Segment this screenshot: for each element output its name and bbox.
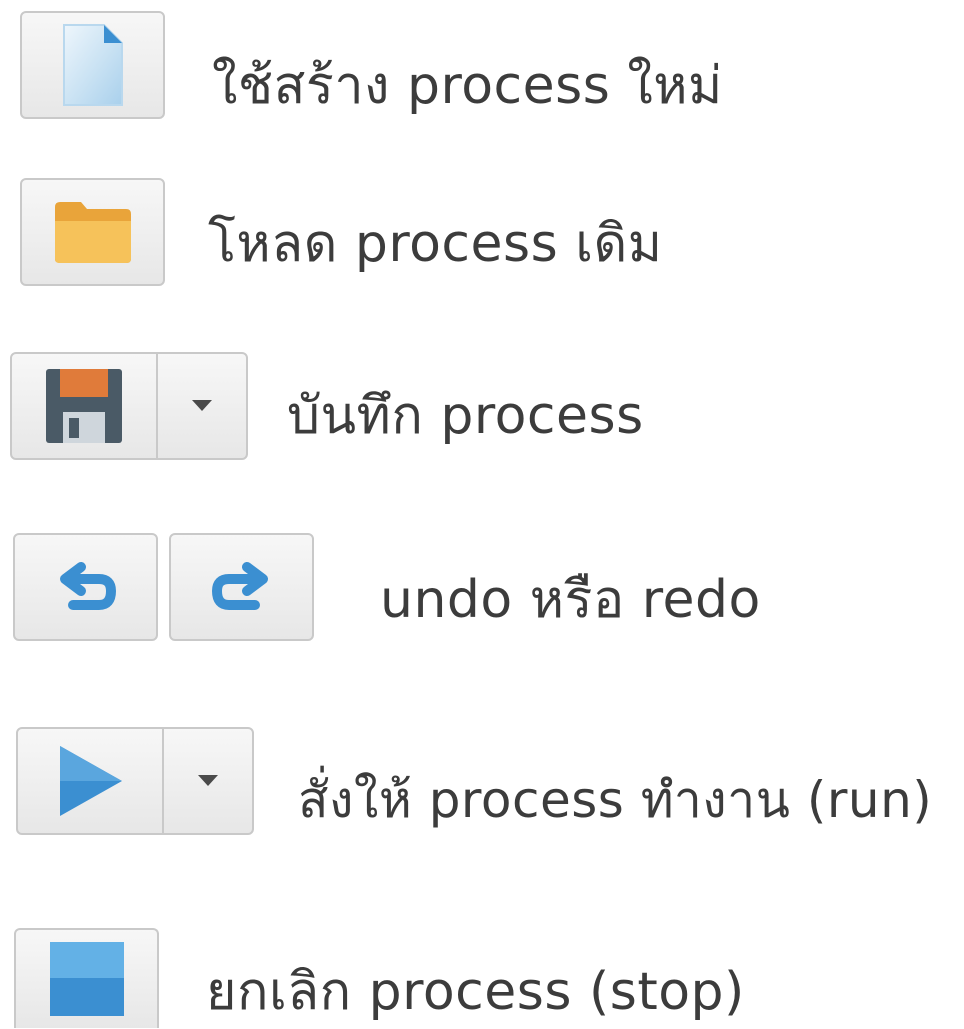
folder-icon: [53, 199, 133, 265]
save-process-button[interactable]: [10, 352, 158, 460]
run-process-button[interactable]: [16, 727, 164, 835]
undo-icon: [51, 559, 121, 615]
stop-icon: [48, 940, 126, 1018]
dropdown-arrow-icon: [198, 775, 218, 787]
redo-button[interactable]: [169, 533, 314, 641]
undo-button[interactable]: [13, 533, 158, 641]
run-options-dropdown[interactable]: [162, 727, 254, 835]
floppy-disk-icon: [43, 366, 125, 446]
new-file-icon: [58, 23, 128, 107]
play-icon: [54, 743, 126, 819]
stop-process-label: ยกเลิก process (stop): [206, 962, 745, 1022]
open-process-label: โหลด process เดิม: [208, 214, 663, 274]
dropdown-arrow-icon: [192, 400, 212, 412]
stop-process-button[interactable]: [14, 928, 159, 1028]
open-process-button[interactable]: [20, 178, 165, 286]
new-process-label: ใช้สร้าง process ใหม่: [212, 56, 723, 116]
redo-icon: [207, 559, 277, 615]
undo-redo-label: undo หรือ redo: [380, 570, 761, 630]
run-process-label: สั่งให้ process ทำงาน (run): [298, 771, 933, 829]
save-options-dropdown[interactable]: [156, 352, 248, 460]
save-process-label: บันทึก process: [287, 386, 644, 446]
new-process-button[interactable]: [20, 11, 165, 119]
